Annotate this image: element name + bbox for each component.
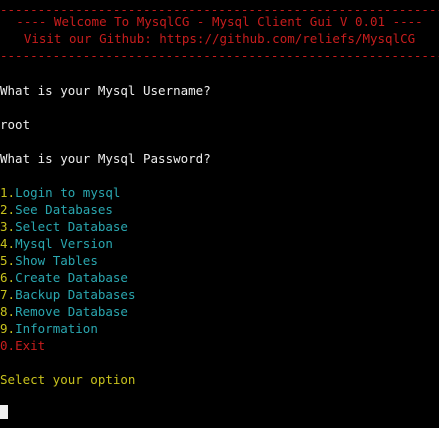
menu-item-number: 1. [0,185,16,200]
menu-item-number: 7. [0,287,16,302]
menu-item-label: Login to mysql [15,185,121,200]
menu-item-number: 5. [0,253,16,268]
terminal-window[interactable]: ----------------------------------------… [0,0,439,428]
menu-item-number: 0. [0,338,16,353]
menu-item-label: Information [15,321,98,336]
menu-item-select-database[interactable]: 3.Select Database [0,218,128,235]
terminal-cursor[interactable] [0,405,8,419]
username-answer: root [0,117,31,132]
username-question: What is your Mysql Username? [0,83,211,98]
menu-item-information[interactable]: 9.Information [0,320,98,337]
banner-rule-bottom: ----------------------------------------… [0,48,439,63]
menu-item-number: 9. [0,321,16,336]
select-option-prompt: Select your option [0,372,136,387]
menu-item-login[interactable]: 1.Login to mysql [0,184,120,201]
menu-item-label: Exit [15,338,46,353]
menu-item-number: 2. [0,202,16,217]
menu-item-number: 3. [0,219,16,234]
menu-item-label: Backup Databases [15,287,136,302]
menu-item-see-databases[interactable]: 2.See Databases [0,201,113,218]
menu-item-label: See Databases [15,202,113,217]
menu-item-backup-databases[interactable]: 7.Backup Databases [0,286,135,303]
menu-item-label: Mysql Version [15,236,113,251]
menu-item-number: 8. [0,304,16,319]
menu-item-label: Select Database [15,219,128,234]
menu-item-create-database[interactable]: 6.Create Database [0,269,128,286]
menu-item-number: 6. [0,270,16,285]
menu-item-mysql-version[interactable]: 4.Mysql Version [0,235,113,252]
menu-item-label: Remove Database [15,304,128,319]
password-question: What is your Mysql Password? [0,151,211,166]
menu-item-remove-database[interactable]: 8.Remove Database [0,303,128,320]
menu-item-number: 4. [0,236,16,251]
menu-item-show-tables[interactable]: 5.Show Tables [0,252,98,269]
banner-welcome-text: ---- Welcome To MysqlCG - Mysql Client G… [16,14,423,29]
menu-item-label: Show Tables [15,253,98,268]
banner-github-text: Visit our Github: https://github.com/rel… [23,31,416,46]
menu-item-label: Create Database [15,270,128,285]
menu-item-exit[interactable]: 0.Exit [0,337,45,354]
